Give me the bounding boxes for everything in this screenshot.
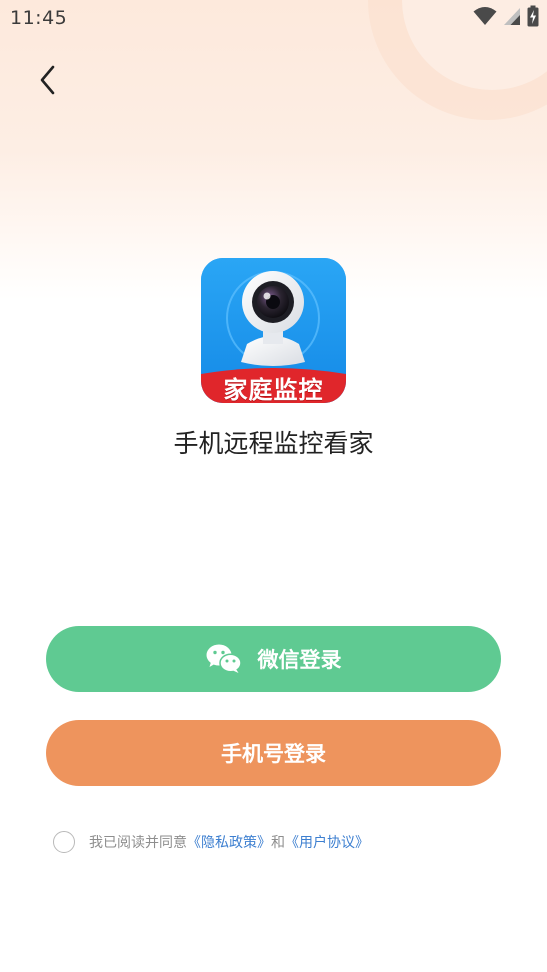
wechat-login-button[interactable]: 微信登录 [46, 626, 501, 692]
user-agreement-link[interactable]: 《用户协议》 [285, 832, 369, 852]
status-icons [473, 5, 539, 31]
login-screen: 11:45 家庭监控 手机远程监控看家 微信登录 手机号登录 我已阅读并同意 《… [0, 0, 547, 972]
phone-login-label: 手机号登录 [221, 742, 326, 766]
status-time: 11:45 [10, 7, 68, 29]
app-icon: 家庭监控 [201, 258, 346, 403]
phone-login-button[interactable]: 手机号登录 [46, 720, 501, 786]
status-bar: 11:45 [0, 0, 547, 36]
privacy-policy-link[interactable]: 《隐私政策》 [187, 832, 271, 852]
chevron-left-icon [38, 65, 58, 99]
battery-charging-icon [527, 5, 539, 31]
wechat-login-label: 微信登录 [257, 648, 342, 672]
agreement-conjunction: 和 [271, 835, 285, 851]
agreement-checkbox[interactable] [53, 831, 75, 853]
agreement-prefix: 我已阅读并同意 [89, 835, 187, 851]
app-icon-label: 家庭监控 [223, 375, 324, 404]
back-button[interactable] [28, 62, 68, 102]
agreement-row: 我已阅读并同意 《隐私政策》 和 《用户协议》 [53, 829, 369, 855]
wechat-icon [206, 644, 242, 674]
wifi-icon [473, 6, 497, 30]
signal-icon [503, 6, 521, 30]
app-title: 手机远程监控看家 [173, 429, 374, 458]
